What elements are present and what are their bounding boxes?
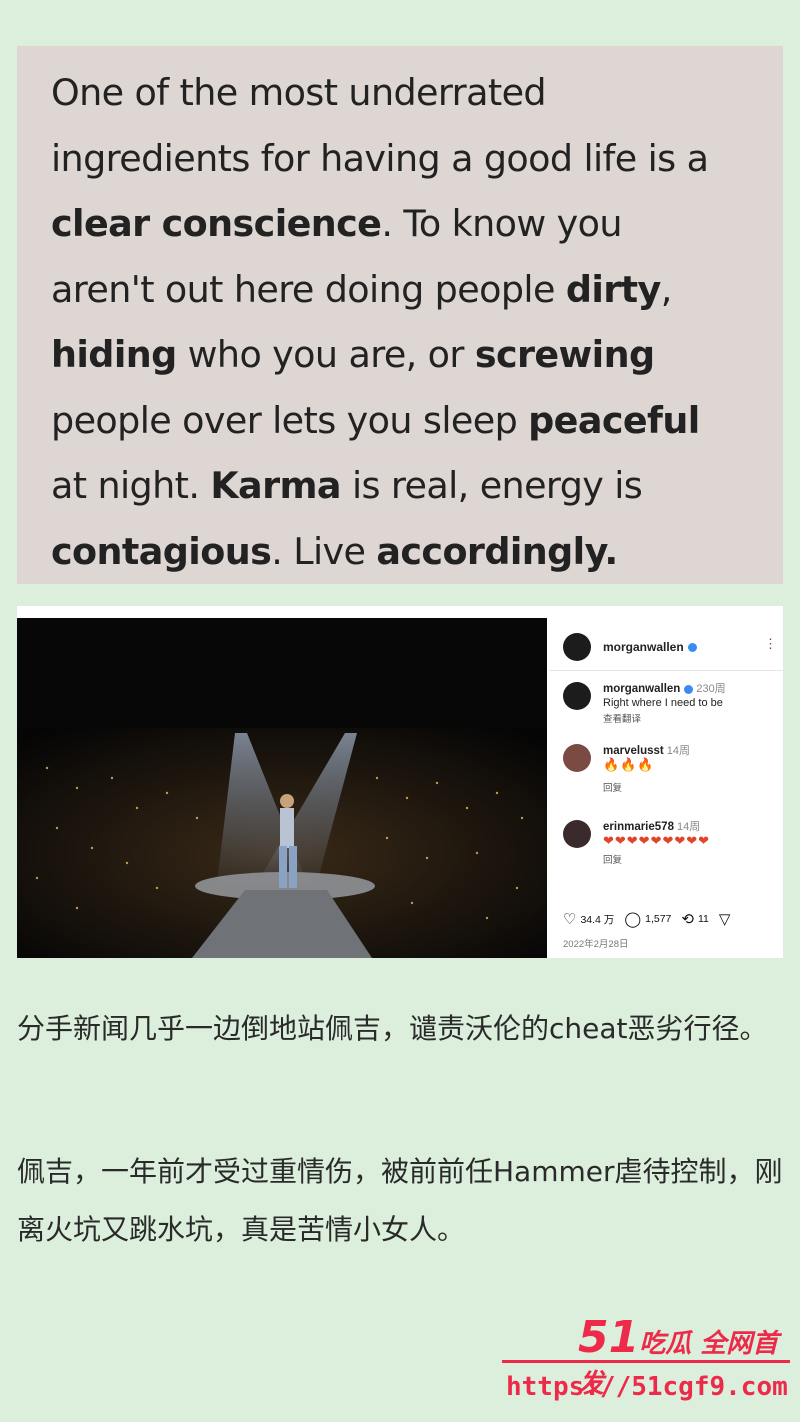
heart-icon[interactable]: ♡ (563, 910, 576, 928)
quote-segment: , (660, 267, 673, 311)
avatar[interactable] (563, 820, 591, 848)
comment-item: erinmarie578 14周 ❤❤❤❤❤❤❤❤❤ 回复 (563, 820, 710, 868)
shares-count: 11 (697, 913, 709, 925)
concert-photo[interactable] (17, 618, 547, 958)
avatar[interactable] (563, 744, 591, 772)
fire-emoji-text: 🔥🔥🔥 (603, 757, 655, 772)
quote-segment: people over lets you sleep (51, 398, 518, 442)
heart-emoji-text: ❤❤❤❤❤❤❤❤❤ (603, 833, 711, 848)
send-icon[interactable]: ▽ (719, 910, 731, 928)
comment-username[interactable]: marvelusst (603, 745, 664, 757)
quote-text: One of the most underrated ingredients f… (51, 60, 783, 584)
quote-emphasis: contagious (51, 529, 272, 573)
comment-username[interactable]: erinmarie578 (603, 821, 674, 833)
article-paragraph-2: 佩吉，一年前才受过重情伤，被前前任Hammer虐待控制，刚离火坑又跳水坑，真是苦… (17, 1155, 783, 1246)
verified-icon (684, 684, 694, 694)
comment-time: 14周 (676, 821, 701, 833)
comments-count: 1,577 (645, 913, 672, 925)
reply-link[interactable]: 回复 (603, 854, 710, 868)
comment-item: marvelusst 14周 🔥🔥🔥 回复 (563, 744, 690, 796)
likes-count: 34.4 万 (580, 913, 615, 926)
watermark-divider (502, 1360, 790, 1363)
quote-segment: at night. (51, 464, 200, 507)
post-actions: ♡ 34.4 万 ◯ 1,577 ⟲ 11 ▽ (563, 910, 734, 928)
translate-link[interactable]: 查看翻译 (603, 713, 726, 727)
header-username[interactable]: morganwallen (603, 640, 684, 654)
quote-emphasis: accordingly. (376, 529, 618, 573)
divider (549, 670, 783, 671)
concert-image (17, 618, 547, 958)
quote-segment: is real, energy is (351, 464, 643, 507)
watermark-url[interactable]: https://51cgf9.com (506, 1372, 788, 1402)
quote-emphasis: peaceful (528, 398, 700, 442)
post-date: 2022年2月28日 (563, 939, 629, 950)
avatar[interactable] (563, 633, 591, 661)
quote-emphasis: screwing (474, 333, 655, 376)
comment-icon[interactable]: ◯ (624, 910, 641, 928)
quote-emphasis: hiding (51, 333, 177, 376)
comment-time: 14周 (666, 745, 690, 757)
comment-text: Right where I need to be (603, 697, 723, 709)
comment-caption: morganwallen 230周 Right where I need to b… (563, 682, 726, 727)
quote-emphasis: Karma (210, 464, 341, 507)
avatar[interactable] (563, 682, 591, 710)
article-paragraph-1: 分手新闻几乎一边倒地站佩吉，谴责沃伦的cheat恶劣行径。 (17, 1012, 768, 1045)
comments-panel: morganwallen ⋮ morganwallen 230周 Right wh… (549, 606, 783, 958)
quote-card: One of the most underrated ingredients f… (17, 46, 783, 584)
quote-segment: One of the most underrated ingredients f… (51, 71, 709, 180)
comment-username[interactable]: morganwallen (603, 683, 680, 695)
repost-icon[interactable]: ⟲ (681, 910, 694, 928)
post-header: morganwallen (563, 630, 697, 664)
instagram-post: morganwallen ⋮ morganwallen 230周 Right wh… (17, 606, 783, 958)
more-options-icon[interactable]: ⋮ (764, 636, 777, 652)
verified-icon (687, 642, 697, 652)
quote-segment: who you are, or (176, 333, 475, 376)
quote-segment: . Live (271, 529, 377, 573)
comment-time: 230周 (696, 683, 726, 695)
quote-emphasis: clear conscience (51, 202, 382, 245)
watermark-logo-number: 51 (578, 1312, 640, 1363)
quote-emphasis: dirty (565, 267, 661, 311)
reply-link[interactable]: 回复 (603, 782, 690, 796)
